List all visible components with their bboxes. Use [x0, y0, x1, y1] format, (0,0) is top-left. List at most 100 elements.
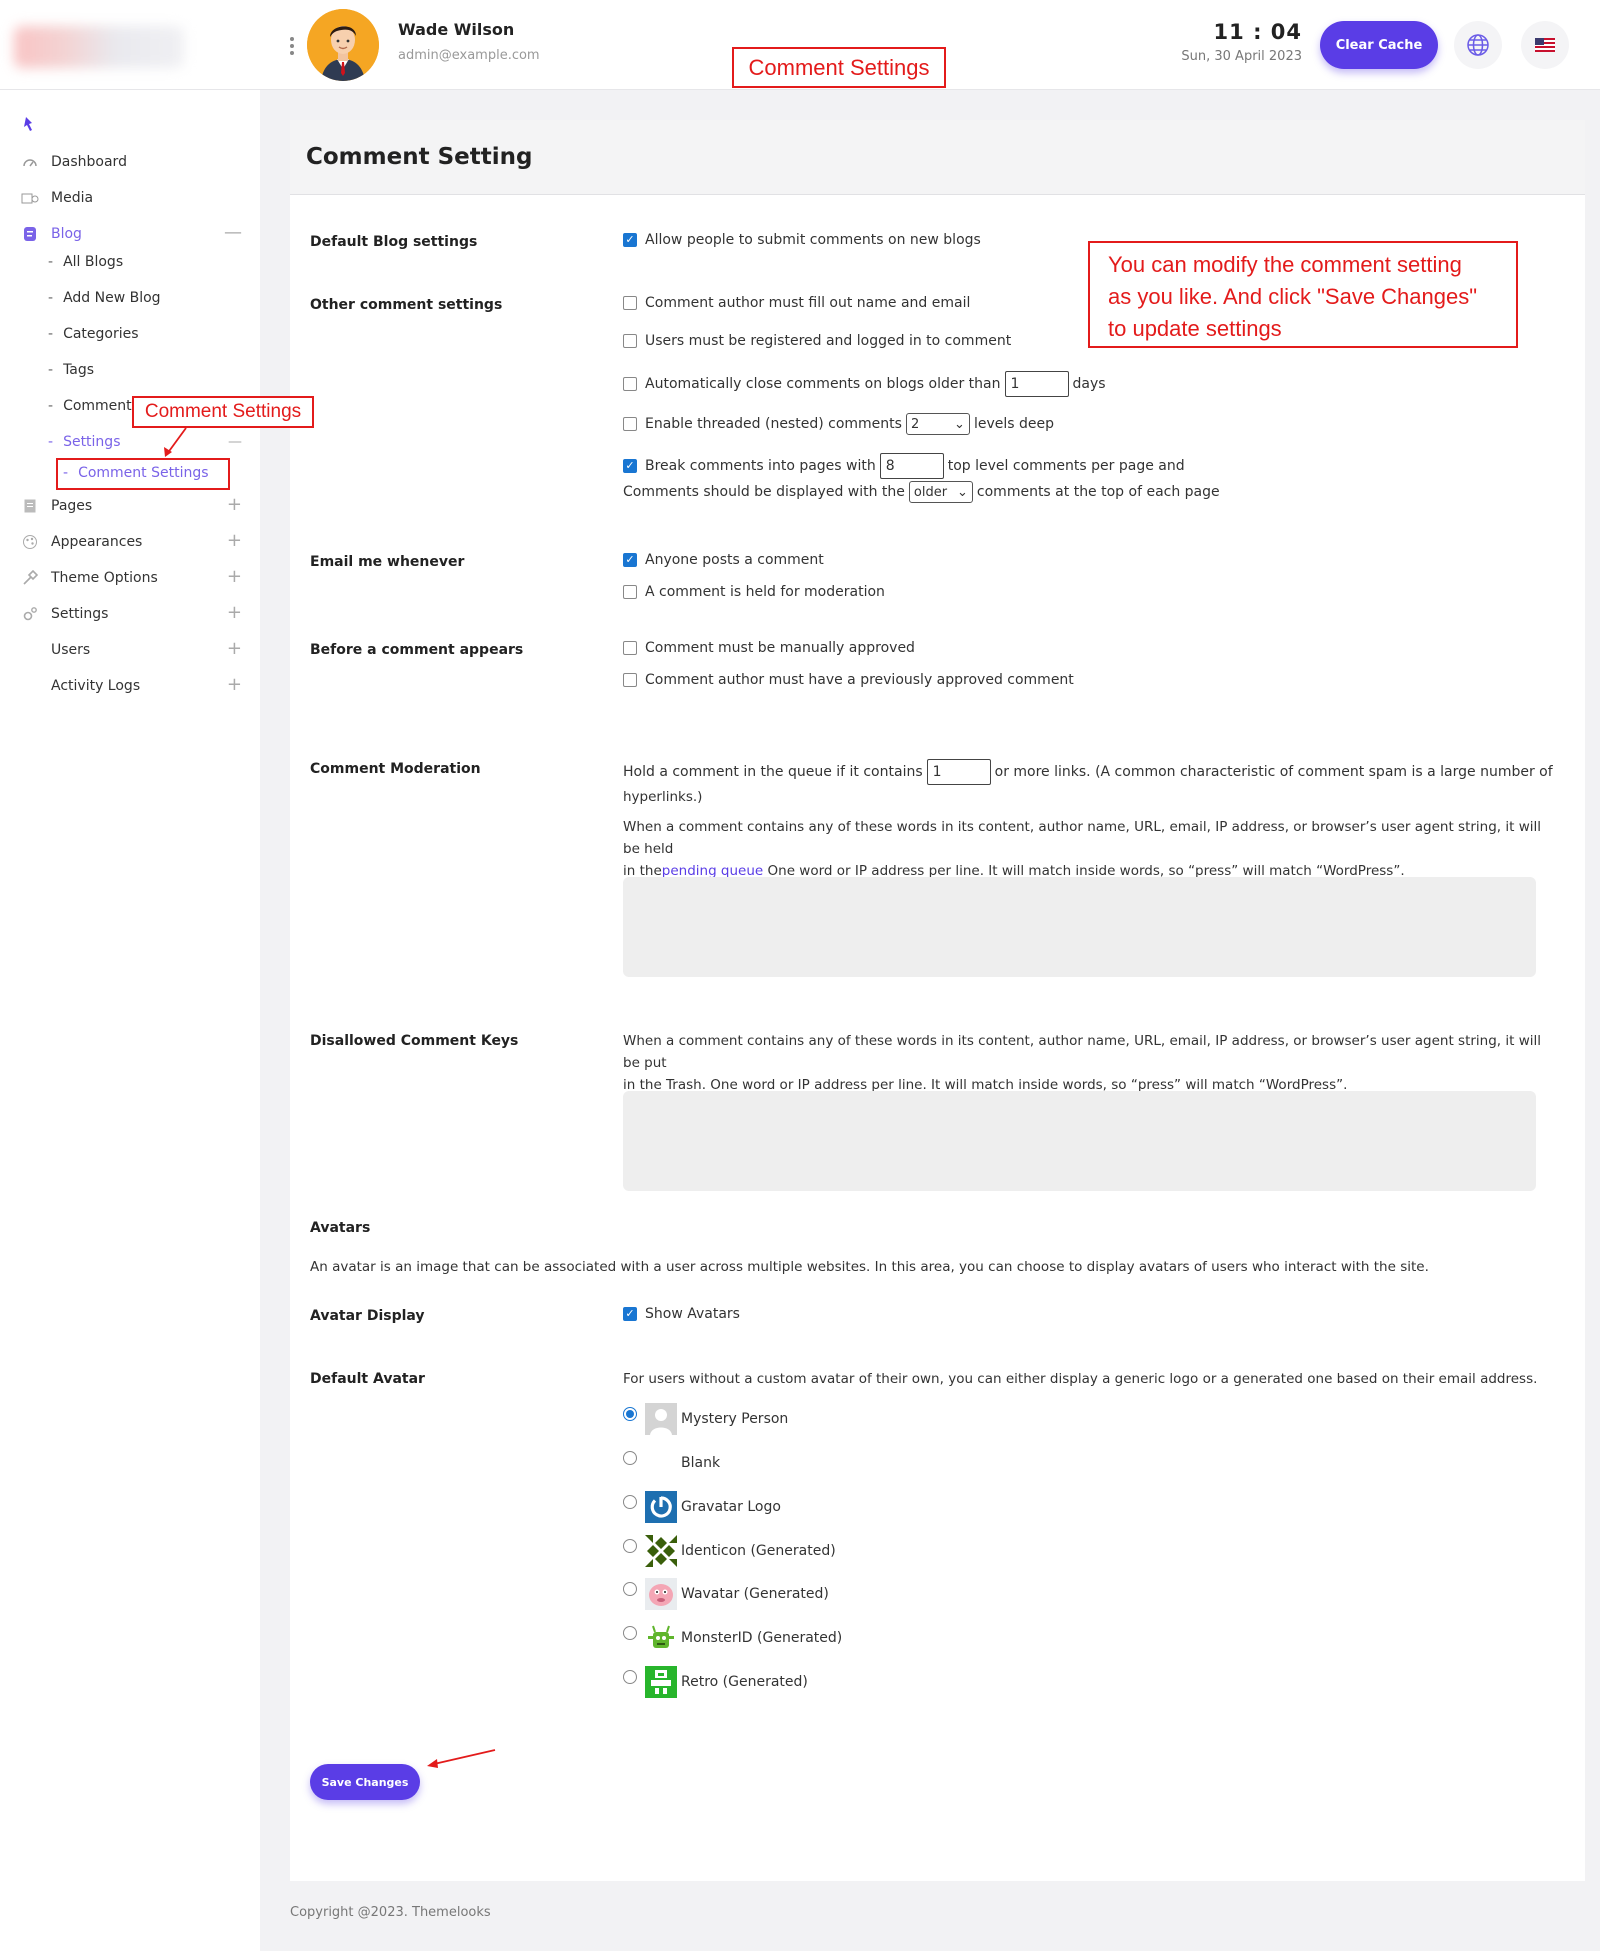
- allow-comments-checkbox[interactable]: [623, 233, 637, 247]
- email-anyone-posts-option[interactable]: Anyone posts a comment: [623, 552, 824, 568]
- pin-icon[interactable]: [20, 116, 36, 138]
- sidebar-item-theme-options[interactable]: Theme Options +: [20, 566, 242, 590]
- avatar[interactable]: [307, 9, 379, 81]
- avatar-radio[interactable]: [623, 1626, 637, 1640]
- user-name: Wade Wilson: [398, 20, 515, 39]
- avatar-option-blank[interactable]: Blank: [623, 1447, 720, 1479]
- disallowed-keys-textarea[interactable]: [623, 1091, 1536, 1191]
- annotation-sidebar-label: Comment Settings: [132, 396, 314, 428]
- pages-icon: [20, 498, 40, 514]
- sidebar-item-pages[interactable]: Pages +: [20, 494, 242, 518]
- sidebar-item-settings[interactable]: Settings +: [20, 602, 242, 626]
- thread-depth-select[interactable]: 2 ⌄: [905, 413, 970, 435]
- avatar-display-label: Avatar Display: [310, 1308, 425, 1324]
- threaded-comments-checkbox[interactable]: [623, 417, 637, 431]
- annotation-note: You can modify the comment setting as yo…: [1088, 241, 1518, 348]
- hold-links-input[interactable]: 1: [926, 759, 991, 785]
- logo[interactable]: [14, 26, 184, 68]
- dashboard-icon: [20, 154, 40, 170]
- sidebar-item-all-blogs[interactable]: - All Blogs: [48, 251, 123, 273]
- email-held-option[interactable]: A comment is held for moderation: [623, 584, 885, 600]
- comment-order-option: Comments should be displayed with the ol…: [623, 481, 1220, 503]
- hold-links-option: Hold a comment in the queue if it contai…: [623, 759, 1553, 785]
- avatar-option-gravatar[interactable]: Gravatar Logo: [623, 1491, 781, 1523]
- disallowed-keys-label: Disallowed Comment Keys: [310, 1033, 519, 1049]
- email-me-label: Email me whenever: [310, 554, 465, 570]
- sidebar-item-blog[interactable]: Blog —: [20, 222, 242, 246]
- collapse-icon[interactable]: —: [228, 434, 242, 450]
- us-flag-icon[interactable]: [1521, 21, 1569, 69]
- require-name-email-option[interactable]: Comment author must fill out name and em…: [623, 295, 970, 311]
- sidebar-item-users[interactable]: Users +: [20, 638, 242, 662]
- moderation-keys-textarea[interactable]: [623, 877, 1536, 977]
- sidebar-item-tags[interactable]: - Tags: [48, 359, 94, 381]
- sidebar-item-blog-settings[interactable]: - Settings —: [48, 431, 242, 453]
- sidebar-item-categories[interactable]: - Categories: [48, 323, 139, 345]
- allow-comments-option[interactable]: Allow people to submit comments on new b…: [623, 232, 981, 248]
- avatar-option-identicon[interactable]: Identicon (Generated): [623, 1535, 836, 1567]
- comment-moderation-label: Comment Moderation: [310, 761, 481, 777]
- sidebar-item-label: Pages: [51, 498, 93, 514]
- paged-comments-checkbox[interactable]: [623, 459, 637, 473]
- sidebar-item-label: Users: [51, 642, 91, 658]
- sidebar-item-label: Activity Logs: [51, 678, 141, 694]
- more-vertical-icon[interactable]: [287, 34, 297, 58]
- sidebar: Dashboard Media Blog — - All Blogs - Add N…: [0, 90, 260, 1951]
- expand-icon[interactable]: +: [227, 496, 242, 514]
- clear-cache-button[interactable]: Clear Cache: [1320, 21, 1438, 69]
- annotation-top-label: Comment Settings: [732, 47, 946, 88]
- manual-approval-checkbox[interactable]: [623, 641, 637, 655]
- registered-users-option[interactable]: Users must be registered and logged in t…: [623, 333, 1011, 349]
- avatar-option-monsterid[interactable]: MonsterID (Generated): [623, 1622, 842, 1654]
- expand-icon[interactable]: +: [227, 532, 242, 550]
- avatar-radio[interactable]: [623, 1670, 637, 1684]
- avatar-radio[interactable]: [623, 1451, 637, 1465]
- expand-icon[interactable]: +: [227, 604, 242, 622]
- sidebar-item-comments[interactable]: - Comments: [48, 395, 139, 417]
- gravatar-logo-icon: [645, 1491, 677, 1523]
- show-avatars-option[interactable]: Show Avatars: [623, 1306, 740, 1322]
- default-blog-settings-label: Default Blog settings: [310, 234, 478, 250]
- sidebar-item-appearances[interactable]: Appearances +: [20, 530, 242, 554]
- avatar-option-retro[interactable]: Retro (Generated): [623, 1666, 808, 1698]
- auto-close-checkbox[interactable]: [623, 377, 637, 391]
- expand-icon[interactable]: +: [227, 640, 242, 658]
- email-held-checkbox[interactable]: [623, 585, 637, 599]
- comment-order-select[interactable]: older ⌄: [908, 481, 973, 503]
- blog-icon: [20, 226, 40, 242]
- email-anyone-posts-checkbox[interactable]: [623, 553, 637, 567]
- chevron-down-icon: ⌄: [957, 484, 968, 500]
- avatar-radio[interactable]: [623, 1407, 637, 1421]
- auto-close-days-input[interactable]: 1: [1004, 371, 1069, 397]
- appearances-icon: [20, 534, 40, 550]
- avatar-radio[interactable]: [623, 1495, 637, 1509]
- previous-approval-option[interactable]: Comment author must have a previously ap…: [623, 672, 1074, 688]
- save-changes-button[interactable]: Save Changes: [310, 1764, 420, 1800]
- sidebar-item-add-new-blog[interactable]: - Add New Blog: [48, 287, 161, 309]
- expand-icon[interactable]: +: [227, 676, 242, 694]
- clock: 11 : 04: [1213, 20, 1302, 44]
- show-avatars-checkbox[interactable]: [623, 1307, 637, 1321]
- registered-users-checkbox[interactable]: [623, 334, 637, 348]
- expand-icon[interactable]: +: [227, 568, 242, 586]
- collapse-icon[interactable]: —: [224, 224, 242, 242]
- user-email: admin@example.com: [398, 48, 540, 63]
- moderation-description: When a comment contains any of these wor…: [623, 819, 1542, 879]
- globe-icon[interactable]: [1454, 21, 1502, 69]
- blank-avatar-icon: [645, 1447, 677, 1479]
- sidebar-item-media[interactable]: Media: [20, 186, 242, 210]
- previous-approval-checkbox[interactable]: [623, 673, 637, 687]
- avatar-radio[interactable]: [623, 1539, 637, 1553]
- sidebar-item-dashboard[interactable]: Dashboard: [20, 150, 242, 174]
- avatar-option-mystery[interactable]: Mystery Person: [623, 1403, 788, 1435]
- manual-approval-option[interactable]: Comment must be manually approved: [623, 640, 915, 656]
- avatar-option-wavatar[interactable]: Wavatar (Generated): [623, 1578, 829, 1610]
- wavatar-icon: [645, 1578, 677, 1610]
- default-avatar-description: For users without a custom avatar of the…: [623, 1371, 1538, 1387]
- comments-per-page-input[interactable]: 8: [879, 453, 944, 479]
- sidebar-item-label: Appearances: [51, 534, 143, 550]
- require-name-email-checkbox[interactable]: [623, 296, 637, 310]
- avatar-radio[interactable]: [623, 1582, 637, 1596]
- threaded-comments-option: Enable threaded (nested) comments 2 ⌄ lev…: [623, 413, 1054, 435]
- sidebar-item-activity-logs[interactable]: Activity Logs +: [20, 674, 242, 698]
